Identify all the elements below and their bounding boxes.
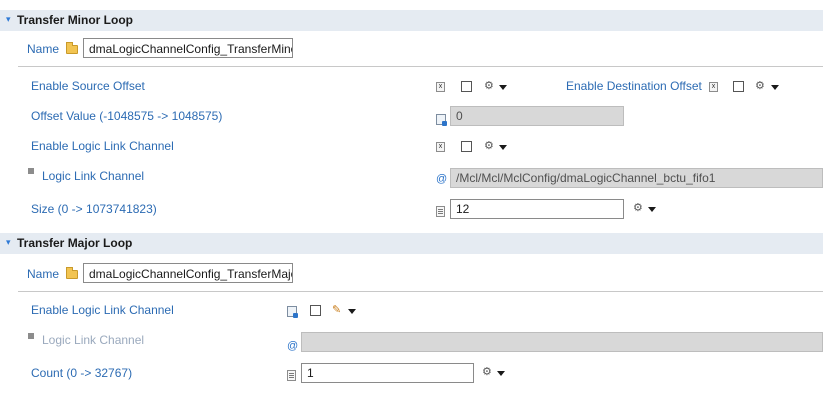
name-label: Name	[27, 267, 60, 281]
chevron-down-icon[interactable]	[348, 309, 356, 314]
chevron-down-icon[interactable]	[771, 85, 779, 90]
calculated-value-icon	[436, 114, 447, 126]
enable-logic-link-channel-checkbox[interactable]	[310, 305, 321, 316]
section-title: Transfer Minor Loop	[17, 13, 134, 27]
size-label: Size (0 -> 1073741823)	[31, 202, 157, 216]
gear-icon[interactable]: ⚙	[484, 81, 494, 92]
name-label: Name	[27, 42, 60, 56]
collapse-icon[interactable]: ▾	[6, 14, 11, 25]
x-marker-icon: x	[436, 142, 445, 152]
reference-link-icon: @	[436, 173, 448, 185]
offset-value-label: Offset Value (-1048575 -> 1048575)	[31, 109, 223, 123]
document-icon	[287, 370, 296, 381]
chevron-down-icon[interactable]	[497, 371, 505, 376]
chevron-down-icon[interactable]	[648, 207, 656, 212]
enable-logic-link-channel-label: Enable Logic Link Channel	[31, 303, 174, 317]
size-field[interactable]: 12	[450, 199, 624, 219]
folder-icon	[66, 42, 78, 54]
logic-link-channel-label: Logic Link Channel	[42, 333, 145, 347]
x-marker-icon: x	[709, 82, 718, 92]
gear-icon[interactable]: ⚙	[755, 81, 765, 92]
calculated-value-icon	[287, 306, 298, 318]
x-marker-icon: x	[436, 82, 445, 92]
enable-source-offset-label: Enable Source Offset	[31, 79, 145, 93]
section-header-major-loop[interactable]: ▾ Transfer Major Loop	[0, 233, 823, 254]
folder-icon	[66, 267, 78, 279]
disabled-bullet-icon	[28, 168, 34, 174]
enable-destination-offset-checkbox[interactable]	[733, 81, 744, 92]
logic-link-channel-field	[301, 332, 823, 352]
gear-icon[interactable]: ⚙	[633, 203, 643, 214]
name-input-minor[interactable]: dmaLogicChannelConfig_TransferMinor	[83, 38, 293, 58]
divider	[18, 66, 823, 67]
enable-source-offset-checkbox[interactable]	[461, 81, 472, 92]
document-icon	[436, 206, 445, 217]
gear-icon[interactable]: ⚙	[482, 367, 492, 378]
chevron-down-icon[interactable]	[499, 85, 507, 90]
count-label: Count (0 -> 32767)	[31, 366, 133, 380]
gear-icon[interactable]: ⚙	[484, 141, 494, 152]
enable-logic-link-channel-checkbox[interactable]	[461, 141, 472, 152]
enable-destination-offset-label: Enable Destination Offset	[566, 79, 702, 93]
offset-value-field[interactable]: 0	[450, 106, 624, 126]
count-field[interactable]: 1	[301, 363, 474, 383]
chevron-down-icon[interactable]	[499, 145, 507, 150]
logic-link-channel-label: Logic Link Channel	[42, 169, 145, 183]
pencil-icon[interactable]: ✎	[332, 305, 341, 316]
section-title: Transfer Major Loop	[17, 236, 133, 250]
reference-link-icon: @	[287, 340, 299, 352]
name-input-major[interactable]: dmaLogicChannelConfig_TransferMajor	[83, 263, 293, 283]
collapse-icon[interactable]: ▾	[6, 237, 11, 248]
disabled-bullet-icon	[28, 333, 34, 339]
section-header-minor-loop[interactable]: ▾ Transfer Minor Loop	[0, 10, 823, 31]
enable-logic-link-channel-label: Enable Logic Link Channel	[31, 139, 174, 153]
logic-link-channel-field[interactable]: /Mcl/Mcl/MclConfig/dmaLogicChannel_bctu_…	[450, 168, 823, 188]
divider	[18, 291, 823, 292]
